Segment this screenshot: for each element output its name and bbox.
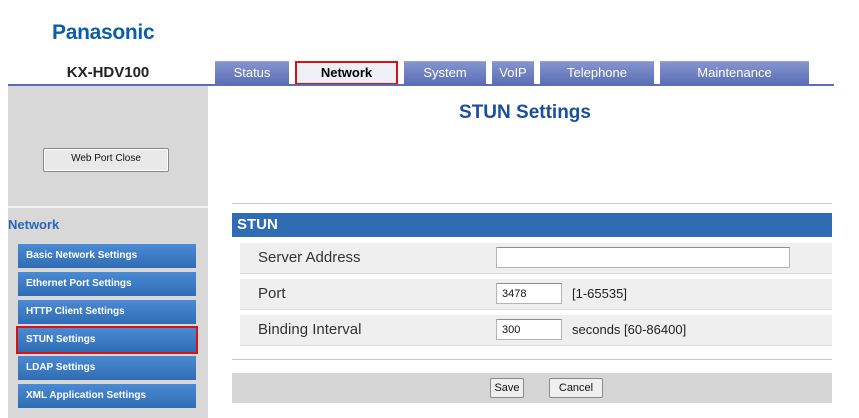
server-address-label: Server Address — [258, 249, 361, 266]
binding-interval-input[interactable] — [496, 319, 562, 340]
port-label: Port — [258, 285, 286, 302]
main-tabs: Status Network System VoIP Telephone Mai… — [215, 61, 815, 85]
server-address-row: Server Address — [240, 243, 832, 274]
page-title: STUN Settings — [459, 102, 591, 123]
sidebar-item-ldap[interactable]: LDAP Settings — [18, 356, 196, 380]
tab-network[interactable]: Network — [295, 61, 398, 85]
sidebar-item-http-client[interactable]: HTTP Client Settings — [18, 300, 196, 324]
sidebar-item-basic-network[interactable]: Basic Network Settings — [18, 244, 196, 268]
divider — [232, 203, 832, 204]
tab-status[interactable]: Status — [215, 61, 289, 84]
web-port-close-button[interactable]: Web Port Close — [43, 148, 169, 172]
sidebar-section-title: Network — [8, 217, 60, 232]
port-range-hint: [1-65535] — [572, 286, 627, 301]
binding-interval-row: Binding Interval seconds [60-86400] — [240, 315, 832, 346]
save-button[interactable]: Save — [490, 378, 524, 398]
tab-system[interactable]: System — [404, 61, 486, 84]
brand-logo: Panasonic — [52, 21, 155, 44]
port-input[interactable] — [496, 283, 562, 304]
binding-interval-label: Binding Interval — [258, 321, 362, 338]
port-row: Port [1-65535] — [240, 279, 832, 310]
sidebar-item-xml-application[interactable]: XML Application Settings — [18, 384, 196, 408]
server-address-input[interactable] — [496, 247, 790, 268]
divider — [232, 359, 832, 360]
tab-telephone[interactable]: Telephone — [540, 61, 654, 84]
tab-voip[interactable]: VoIP — [492, 61, 534, 84]
model-name: KX-HDV100 — [66, 64, 150, 81]
button-bar: Save Cancel — [232, 373, 832, 403]
cancel-button[interactable]: Cancel — [549, 378, 603, 398]
sidebar-item-stun[interactable]: STUN Settings — [16, 326, 198, 354]
sidebar-item-ethernet-port[interactable]: Ethernet Port Settings — [18, 272, 196, 296]
sidebar-top-panel — [8, 86, 208, 206]
tab-maintenance[interactable]: Maintenance — [660, 61, 809, 84]
binding-interval-hint: seconds [60-86400] — [572, 322, 687, 337]
section-header: STUN — [232, 213, 832, 237]
